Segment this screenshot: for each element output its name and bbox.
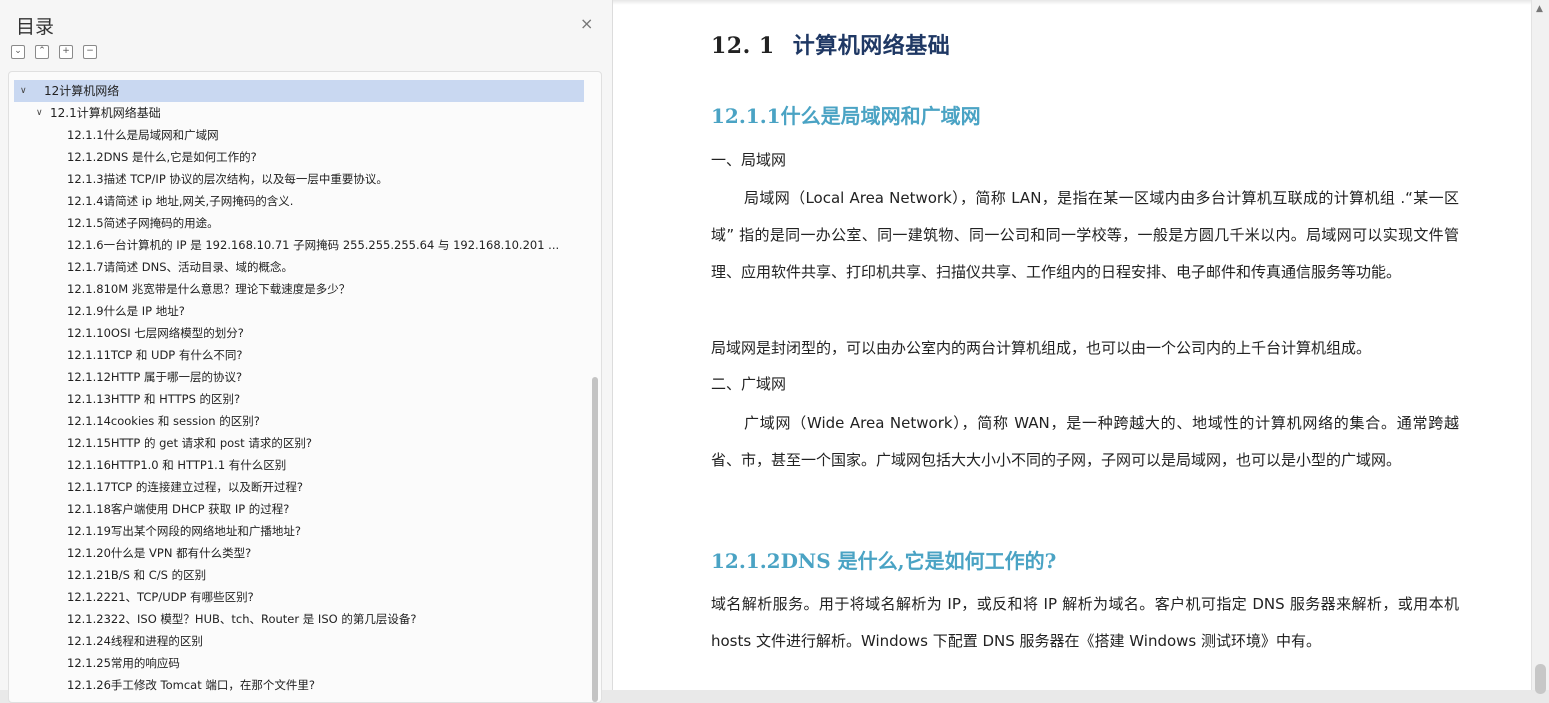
toc-item[interactable]: 12.1.21B/S 和 C/S 的区别 bbox=[14, 564, 584, 586]
toc-item-label: 12.1.2DNS 是什么,它是如何工作的? bbox=[67, 150, 257, 164]
toc-item-label: 12.1.12HTTP 属于哪一层的协议? bbox=[67, 370, 243, 384]
toc-list: ∨ 12计算机网络 ∨ 12.1计算机网络基础 12.1.1什么是局域网和广域网 12.1… bbox=[14, 80, 584, 696]
toc-item-label: 12.1.6一台计算机的 IP 是 192.168.10.71 子网掩码 255… bbox=[67, 238, 560, 252]
toc-item-label: 12.1.19写出某个网段的网络地址和广播地址? bbox=[67, 524, 301, 538]
chapter-number: 12. 1 bbox=[711, 33, 775, 59]
toc-item-label: 12.1.17TCP 的连接建立过程，以及断开过程? bbox=[67, 480, 303, 494]
toc-item-label: 12.1.2322、ISO 模型？HUB、tch、Router 是 ISO 的第… bbox=[67, 612, 417, 626]
document-page: 12. 1 计算机网络基础 12.1.1什么是局域网和广域网 一、局域网 局域网（… bbox=[613, 0, 1531, 690]
toc-item-label: 12.1.15HTTP 的 get 请求和 post 请求的区别? bbox=[67, 436, 312, 450]
collapse-level-button[interactable]: − bbox=[83, 45, 97, 59]
toc-item[interactable]: 12.1.17TCP 的连接建立过程，以及断开过程? bbox=[14, 476, 584, 498]
toc-item-label: 12.1.810M 兆宽带是什么意思？理论下载速度是多少？ bbox=[67, 282, 351, 296]
section-heading-dns: 12.1.2DNS 是什么,它是如何工作的? bbox=[711, 549, 1057, 573]
toc-item-label: 12.1.5简述子网掩码的用途。 bbox=[67, 216, 219, 230]
chevron-down-icon[interactable]: ∨ bbox=[20, 80, 27, 102]
document-scrollbar[interactable]: ▲ bbox=[1531, 0, 1549, 694]
toc-item-label: 12.1.18客户端使用 DHCP 获取 IP 的过程? bbox=[67, 502, 290, 516]
toc-item[interactable]: 12.1.19写出某个网段的网络地址和广播地址? bbox=[14, 520, 584, 542]
scroll-up-icon[interactable]: ▲ bbox=[1536, 4, 1543, 14]
toc-tree: ∨ 12计算机网络 ∨ 12.1计算机网络基础 12.1.1什么是局域网和广域网 12.1… bbox=[8, 71, 602, 703]
wan-paragraph: 广域网（Wide Area Network），简称 WAN，是一种跨越大的、地域… bbox=[711, 414, 1459, 469]
toc-item[interactable]: 12.1.1什么是局域网和广域网 bbox=[14, 124, 584, 146]
toc-item-label: 12.1.21B/S 和 C/S 的区别 bbox=[67, 568, 207, 582]
toc-item[interactable]: 12.1.24线程和进程的区别 bbox=[14, 630, 584, 652]
expand-level-button[interactable]: + bbox=[59, 45, 73, 59]
toc-item-label: 12.1.3描述 TCP/IP 协议的层次结构，以及每一层中重要协议。 bbox=[67, 172, 388, 186]
toc-item[interactable]: 12.1.10OSI 七层网络模型的划分? bbox=[14, 322, 584, 344]
toc-item[interactable]: 12.1.20什么是 VPN 都有什么类型? bbox=[14, 542, 584, 564]
collapse-all-button[interactable]: ⌄ bbox=[11, 45, 25, 59]
toc-item-label: 12.1.20什么是 VPN 都有什么类型? bbox=[67, 546, 252, 560]
toc-item[interactable]: 12.1.3描述 TCP/IP 协议的层次结构，以及每一层中重要协议。 bbox=[14, 168, 584, 190]
toc-item-label: 12.1.7请简述 DNS、活动目录、域的概念。 bbox=[67, 260, 293, 274]
toc-item-label: 12.1.14cookies 和 session 的区别? bbox=[67, 414, 260, 428]
toc-panel: 目录 × ⌄ ⌃ + − ∨ 12计算机网络 ∨ 12.1计算机网络基础 12.1.1什… bbox=[0, 0, 613, 703]
wan-heading: 二、广域网 bbox=[711, 375, 787, 393]
toc-item-label: 12.1.4请简述 ip 地址,网关,子网掩码的含义. bbox=[67, 194, 294, 208]
toc-item[interactable]: 12.1.6一台计算机的 IP 是 192.168.10.71 子网掩码 255… bbox=[14, 234, 584, 256]
lan-paragraph-2: 局域网是封闭型的，可以由办公室内的两台计算机组成，也可以由一个公司内的上千台计算… bbox=[711, 339, 1372, 357]
toc-title: 目录 bbox=[16, 16, 55, 38]
toc-item-label: 12.1.10OSI 七层网络模型的划分? bbox=[67, 326, 244, 340]
toc-item-label: 12.1.24线程和进程的区别 bbox=[67, 634, 203, 648]
toc-item[interactable]: 12.1.18客户端使用 DHCP 获取 IP 的过程? bbox=[14, 498, 584, 520]
toc-item[interactable]: 12.1.14cookies 和 session 的区别? bbox=[14, 410, 584, 432]
toc-item-label: 12.1.9什么是 IP 地址? bbox=[67, 304, 185, 318]
chapter-title: 计算机网络基础 bbox=[792, 33, 951, 59]
toc-item[interactable]: 12.1.12HTTP 属于哪一层的协议? bbox=[14, 366, 584, 388]
toc-item[interactable]: 12.1.5简述子网掩码的用途。 bbox=[14, 212, 584, 234]
toc-item[interactable]: 12.1.4请简述 ip 地址,网关,子网掩码的含义. bbox=[14, 190, 584, 212]
toc-item[interactable]: 12.1.2DNS 是什么,它是如何工作的? bbox=[14, 146, 584, 168]
toc-item[interactable]: 12.1.11TCP 和 UDP 有什么不同? bbox=[14, 344, 584, 366]
lan-paragraph: 局域网（Local Area Network），简称 LAN，是指在某一区域内由… bbox=[711, 189, 1459, 281]
chapter-heading: 12. 1 计算机网络基础 bbox=[711, 28, 950, 60]
toc-item[interactable]: 12.1.810M 兆宽带是什么意思？理论下载速度是多少？ bbox=[14, 278, 584, 300]
dns-paragraph: 域名解析服务。用于将域名解析为 IP，或反和将 IP 解析为域名。客户机可指定 … bbox=[711, 595, 1459, 650]
toc-item-label: 12.1计算机网络基础 bbox=[50, 106, 161, 120]
toc-item[interactable]: 12.1.7请简述 DNS、活动目录、域的概念。 bbox=[14, 256, 584, 278]
toc-item[interactable]: 12.1.13HTTP 和 HTTPS 的区别? bbox=[14, 388, 584, 410]
toc-scrollbar[interactable] bbox=[592, 377, 598, 702]
toc-item[interactable]: 12.1.2322、ISO 模型？HUB、tch、Router 是 ISO 的第… bbox=[14, 608, 584, 630]
toc-item[interactable]: 12.1.9什么是 IP 地址? bbox=[14, 300, 584, 322]
section-heading-lan-wan: 12.1.1什么是局域网和广域网 bbox=[711, 104, 981, 128]
toc-item-chapter[interactable]: ∨ 12计算机网络 bbox=[14, 80, 584, 102]
page-top-shadow bbox=[613, 0, 1531, 5]
toc-item-label: 12.1.25常用的响应码 bbox=[67, 656, 180, 670]
toc-item[interactable]: 12.1.16HTTP1.0 和 HTTP1.1 有什么区别 bbox=[14, 454, 584, 476]
toc-item-label: 12.1.1什么是局域网和广域网 bbox=[67, 128, 219, 142]
close-icon[interactable]: × bbox=[580, 14, 593, 33]
toc-item-label: 12.1.11TCP 和 UDP 有什么不同? bbox=[67, 348, 243, 362]
toc-item-label: 12.1.16HTTP1.0 和 HTTP1.1 有什么区别 bbox=[67, 458, 287, 472]
chevron-down-icon[interactable]: ∨ bbox=[36, 102, 43, 124]
expand-up-button[interactable]: ⌃ bbox=[35, 45, 49, 59]
toc-item[interactable]: 12.1.26手工修改 Tomcat 端口，在那个文件里? bbox=[14, 674, 584, 696]
toc-item-label: 12.1.13HTTP 和 HTTPS 的区别? bbox=[67, 392, 241, 406]
toc-item[interactable]: 12.1.25常用的响应码 bbox=[14, 652, 584, 674]
toc-item[interactable]: 12.1.15HTTP 的 get 请求和 post 请求的区别? bbox=[14, 432, 584, 454]
toc-item-label: 12.1.2221、TCP/UDP 有哪些区别? bbox=[67, 590, 254, 604]
toc-item-label: 12计算机网络 bbox=[44, 84, 120, 98]
toc-item-section[interactable]: ∨ 12.1计算机网络基础 bbox=[14, 102, 584, 124]
lan-heading: 一、局域网 bbox=[711, 151, 787, 169]
toc-toolbar: ⌄ ⌃ + − bbox=[11, 45, 97, 59]
toc-item[interactable]: 12.1.2221、TCP/UDP 有哪些区别? bbox=[14, 586, 584, 608]
